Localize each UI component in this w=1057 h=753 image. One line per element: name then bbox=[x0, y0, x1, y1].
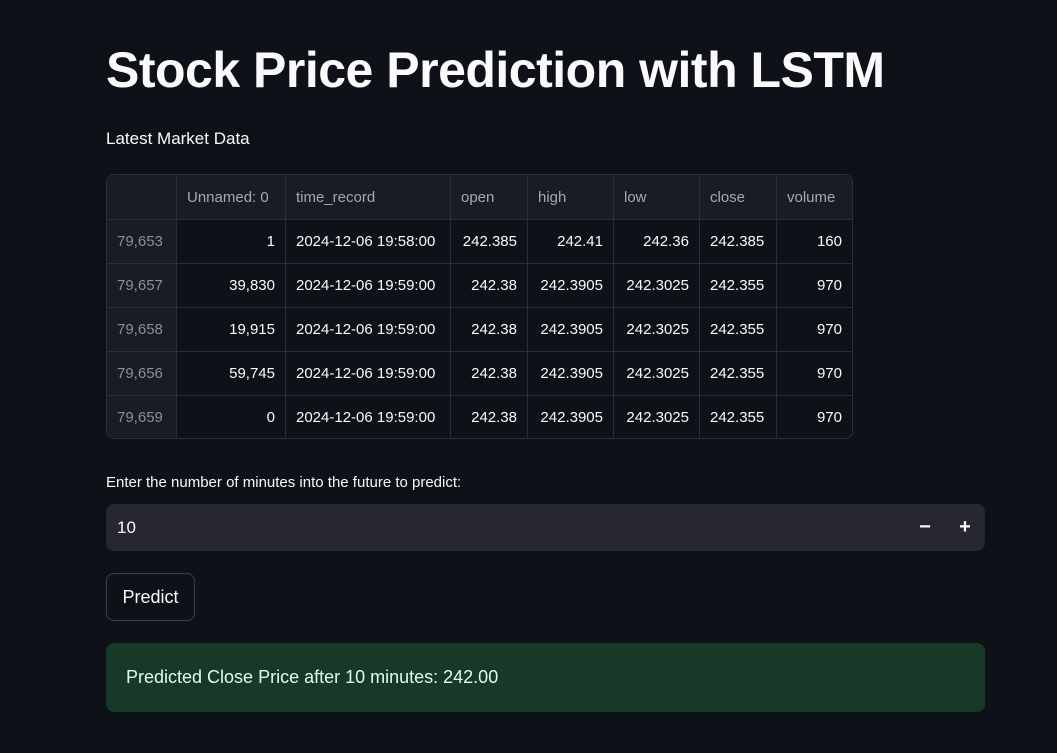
cell-close[interactable]: 242.355 bbox=[699, 263, 777, 308]
cell-volume[interactable]: 160 bbox=[776, 219, 852, 264]
cell-unnamed[interactable]: 39,830 bbox=[176, 263, 286, 308]
minutes-input-value[interactable]: 10 bbox=[106, 518, 905, 538]
cell-close[interactable]: 242.385 bbox=[699, 219, 777, 264]
column-header-unnamed[interactable]: Unnamed: 0 bbox=[176, 175, 286, 220]
table-row: 79,659 0 2024-12-06 19:59:00 242.38 242.… bbox=[107, 395, 853, 439]
cell-unnamed[interactable]: 19,915 bbox=[176, 307, 286, 352]
cell-high[interactable]: 242.41 bbox=[527, 219, 614, 264]
cell-high[interactable]: 242.3905 bbox=[527, 307, 614, 352]
table-header-row: Unnamed: 0 time_record open high low clo… bbox=[107, 175, 852, 220]
column-header-high[interactable]: high bbox=[527, 175, 614, 220]
page-title: Stock Price Prediction with LSTM bbox=[106, 42, 885, 98]
cell-time-record[interactable]: 2024-12-06 19:59:00 bbox=[285, 307, 451, 352]
cell-unnamed[interactable]: 0 bbox=[176, 395, 286, 438]
cell-low[interactable]: 242.3025 bbox=[613, 263, 700, 308]
market-data-heading: Latest Market Data bbox=[106, 129, 250, 148]
cell-low[interactable]: 242.36 bbox=[613, 219, 700, 264]
table-row: 79,656 59,745 2024-12-06 19:59:00 242.38… bbox=[107, 351, 852, 396]
cell-time-record[interactable]: 2024-12-06 19:59:00 bbox=[285, 395, 451, 438]
cell-volume[interactable]: 970 bbox=[776, 263, 852, 308]
cell-open[interactable]: 242.38 bbox=[450, 395, 528, 438]
cell-high[interactable]: 242.3905 bbox=[527, 351, 614, 396]
cell-low[interactable]: 242.3025 bbox=[613, 351, 700, 396]
minutes-number-input[interactable]: 10 − + bbox=[106, 504, 985, 551]
column-header-close[interactable]: close bbox=[699, 175, 777, 220]
cell-high[interactable]: 242.3905 bbox=[527, 263, 614, 308]
cell-close[interactable]: 242.355 bbox=[699, 395, 777, 438]
predict-button[interactable]: Predict bbox=[106, 573, 195, 621]
cell-open[interactable]: 242.38 bbox=[450, 263, 528, 308]
cell-open[interactable]: 242.38 bbox=[450, 351, 528, 396]
cell-volume[interactable]: 970 bbox=[776, 307, 852, 352]
row-index: 79,658 bbox=[107, 307, 177, 352]
cell-volume[interactable]: 970 bbox=[777, 396, 853, 439]
cell-low[interactable]: 242.3025 bbox=[613, 307, 700, 352]
cell-open[interactable]: 242.385 bbox=[450, 219, 528, 264]
table-row: 79,657 39,830 2024-12-06 19:59:00 242.38… bbox=[107, 263, 852, 308]
table-row: 79,653 1 2024-12-06 19:58:00 242.385 242… bbox=[107, 219, 852, 264]
cell-volume[interactable]: 970 bbox=[776, 351, 852, 396]
cell-high[interactable]: 242.3905 bbox=[527, 395, 614, 438]
column-header-volume[interactable]: volume bbox=[776, 175, 852, 220]
table-row: 79,658 19,915 2024-12-06 19:59:00 242.38… bbox=[107, 307, 852, 352]
cell-unnamed[interactable]: 1 bbox=[176, 219, 286, 264]
app-page: Stock Price Prediction with LSTM Latest … bbox=[0, 0, 1057, 753]
cell-time-record[interactable]: 2024-12-06 19:58:00 bbox=[285, 219, 451, 264]
column-header-time-record[interactable]: time_record bbox=[285, 175, 451, 220]
cell-time-record[interactable]: 2024-12-06 19:59:00 bbox=[285, 351, 451, 396]
cell-close[interactable]: 242.355 bbox=[699, 351, 777, 396]
minutes-input-label: Enter the number of minutes into the fut… bbox=[106, 474, 462, 491]
cell-open[interactable]: 242.38 bbox=[450, 307, 528, 352]
column-header-open[interactable]: open bbox=[450, 175, 528, 220]
prediction-result-text: Predicted Close Price after 10 minutes: … bbox=[126, 667, 499, 687]
cell-unnamed[interactable]: 59,745 bbox=[176, 351, 286, 396]
column-header-low[interactable]: low bbox=[613, 175, 700, 220]
prediction-result-alert: Predicted Close Price after 10 minutes: … bbox=[106, 643, 985, 712]
column-header-index[interactable] bbox=[107, 175, 177, 220]
cell-time-record[interactable]: 2024-12-06 19:59:00 bbox=[285, 263, 451, 308]
cell-low[interactable]: 242.3025 bbox=[613, 395, 700, 438]
cell-close[interactable]: 242.355 bbox=[699, 307, 777, 352]
row-index: 79,657 bbox=[107, 263, 177, 308]
row-index: 79,656 bbox=[107, 351, 177, 396]
market-data-table[interactable]: Unnamed: 0 time_record open high low clo… bbox=[106, 174, 853, 439]
row-index: 79,659 bbox=[107, 395, 177, 438]
row-index: 79,653 bbox=[107, 219, 177, 264]
increment-button[interactable]: + bbox=[945, 504, 985, 551]
decrement-button[interactable]: − bbox=[905, 504, 945, 551]
